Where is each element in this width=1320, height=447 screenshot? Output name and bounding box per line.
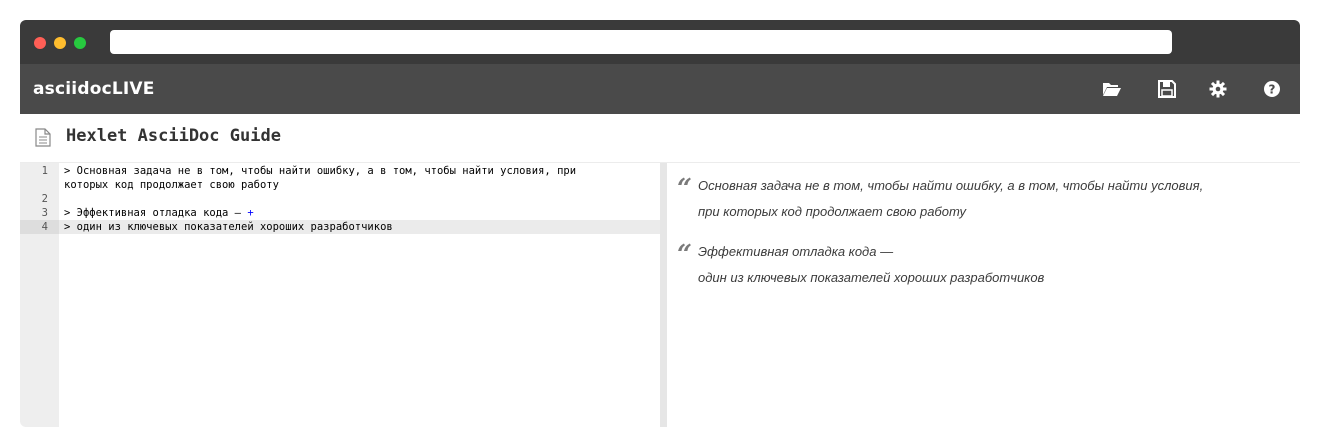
source-editor[interactable]: 1 > Основная задача не в том, чтобы найт… bbox=[20, 163, 660, 427]
save-button[interactable] bbox=[1155, 77, 1179, 101]
quote-text: Эффективная отладка кода — один из ключе… bbox=[698, 239, 1044, 291]
line-text: > Эффективная отладка кода — + bbox=[64, 206, 254, 220]
quote-line: при которых код продолжает свою работу bbox=[698, 204, 967, 219]
document-title[interactable]: Hexlet AsciiDoc Guide bbox=[66, 126, 281, 146]
gear-icon bbox=[1209, 80, 1227, 98]
document-icon bbox=[35, 128, 51, 152]
line-number: 4 bbox=[41, 221, 48, 233]
line-number: 3 bbox=[41, 207, 48, 219]
app-brand: asciidocLIVE bbox=[33, 79, 155, 99]
line-text: > Основная задача не в том, чтобы найти … bbox=[64, 165, 577, 177]
settings-button[interactable] bbox=[1206, 77, 1230, 101]
help-button[interactable]: ? bbox=[1260, 77, 1284, 101]
open-file-button[interactable] bbox=[1100, 77, 1124, 101]
maximize-window-button[interactable] bbox=[74, 37, 86, 49]
folder-open-icon bbox=[1102, 81, 1122, 97]
quote-line: Эффективная отладка кода — bbox=[698, 244, 894, 259]
pane-splitter[interactable] bbox=[660, 163, 667, 427]
document-header: Hexlet AsciiDoc Guide bbox=[20, 114, 1300, 163]
quote-line: один из ключевых показателей хороших раз… bbox=[698, 270, 1045, 285]
line-number: 1 bbox=[41, 165, 48, 177]
line-number: 2 bbox=[41, 193, 48, 205]
quote-mark-icon: “ bbox=[677, 240, 692, 270]
minimize-window-button[interactable] bbox=[54, 37, 66, 49]
quote-line: Основная задача не в том, чтобы найти ош… bbox=[698, 178, 1204, 193]
save-icon bbox=[1158, 80, 1176, 98]
help-icon: ? bbox=[1263, 80, 1281, 98]
line-text-body: > Эффективная отладка кода — bbox=[64, 207, 248, 219]
app-toolbar: asciidocLIVE ? bbox=[20, 64, 1300, 114]
svg-text:?: ? bbox=[1269, 83, 1276, 97]
line-text: которых код продолжает свою работу bbox=[64, 179, 279, 191]
quote-mark-icon: “ bbox=[677, 174, 692, 204]
line-continuation-marker: + bbox=[247, 207, 254, 219]
address-bar[interactable] bbox=[110, 30, 1172, 54]
line-text: > один из ключевых показателей хороших р… bbox=[64, 221, 393, 233]
app-window: asciidocLIVE ? Hexlet AsciiDoc Guide 1 >… bbox=[20, 20, 1300, 427]
quote-text: Основная задача не в том, чтобы найти ош… bbox=[698, 173, 1203, 225]
browser-chrome bbox=[20, 20, 1300, 64]
close-window-button[interactable] bbox=[34, 37, 46, 49]
rendered-preview: “ Основная задача не в том, чтобы найти … bbox=[667, 163, 1300, 427]
